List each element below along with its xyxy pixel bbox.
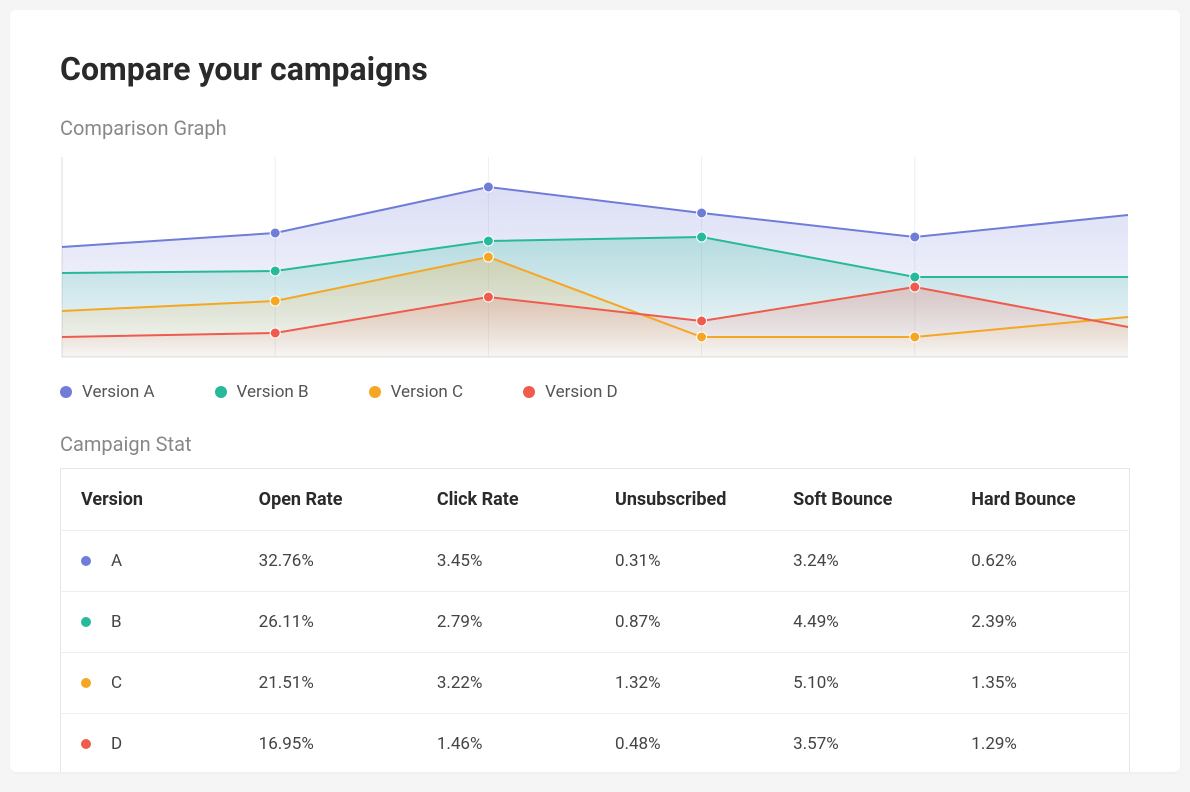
version-label: D (111, 734, 122, 754)
stat-cell-hard: 1.29% (951, 714, 1129, 773)
version-dot-icon (81, 678, 91, 688)
col-header: Soft Bounce (773, 469, 951, 531)
version-label: A (111, 551, 122, 571)
legend-item-version-b[interactable]: Version B (215, 382, 309, 402)
version-dot-icon (81, 556, 91, 566)
stat-cell-hard: 0.62% (951, 531, 1129, 592)
stat-cell-open: 32.76% (239, 531, 417, 592)
area-chart-svg (60, 152, 1130, 362)
comparison-chart (60, 152, 1130, 366)
legend-item-version-d[interactable]: Version D (523, 382, 618, 402)
table-body: A32.76%3.45%0.31%3.24%0.62%B26.11%2.79%0… (61, 531, 1130, 773)
legend-label: Version C (391, 382, 464, 402)
version-dot-icon (81, 739, 91, 749)
table-row: A 32.76%3.45%0.31%3.24%0.62% (61, 531, 1130, 592)
col-header: Open Rate (239, 469, 417, 531)
version-label: B (111, 612, 122, 632)
legend-dot-icon (369, 386, 381, 398)
campaign-compare-card: Compare your campaigns Comparison Graph … (10, 10, 1180, 772)
stat-cell-soft: 4.49% (773, 592, 951, 653)
version-cell: D (61, 714, 239, 773)
version-cell: C (61, 653, 239, 714)
legend-item-version-c[interactable]: Version C (369, 382, 464, 402)
legend-label: Version A (82, 382, 155, 402)
stat-cell-unsub: 0.48% (595, 714, 773, 773)
stat-cell-soft: 3.57% (773, 714, 951, 773)
stat-cell-unsub: 1.32% (595, 653, 773, 714)
table-row: C 21.51%3.22%1.32%5.10%1.35% (61, 653, 1130, 714)
version-cell: B (61, 592, 239, 653)
version-dot-icon (81, 617, 91, 627)
stat-cell-click: 3.22% (417, 653, 595, 714)
page-title: Compare your campaigns (60, 50, 1130, 88)
section-label-graph: Comparison Graph (60, 116, 1130, 140)
col-header: Hard Bounce (951, 469, 1129, 531)
campaign-stat-table: VersionOpen RateClick RateUnsubscribedSo… (60, 468, 1130, 772)
stat-cell-hard: 1.35% (951, 653, 1129, 714)
legend-dot-icon (60, 386, 72, 398)
col-header: Unsubscribed (595, 469, 773, 531)
table-row: B 26.11%2.79%0.87%4.49%2.39% (61, 592, 1130, 653)
stat-cell-soft: 5.10% (773, 653, 951, 714)
table-row: D 16.95%1.46%0.48%3.57%1.29% (61, 714, 1130, 773)
stat-cell-unsub: 0.87% (595, 592, 773, 653)
stat-cell-open: 16.95% (239, 714, 417, 773)
stat-cell-click: 2.79% (417, 592, 595, 653)
col-header: Click Rate (417, 469, 595, 531)
legend-dot-icon (523, 386, 535, 398)
version-label: C (111, 673, 122, 693)
version-cell: A (61, 531, 239, 592)
stat-cell-open: 26.11% (239, 592, 417, 653)
legend-label: Version B (237, 382, 309, 402)
legend-dot-icon (215, 386, 227, 398)
stat-cell-unsub: 0.31% (595, 531, 773, 592)
stat-cell-hard: 2.39% (951, 592, 1129, 653)
legend-label: Version D (545, 382, 618, 402)
stat-cell-open: 21.51% (239, 653, 417, 714)
chart-legend: Version A Version B Version C Version D (60, 382, 1130, 402)
stat-cell-click: 3.45% (417, 531, 595, 592)
stat-cell-click: 1.46% (417, 714, 595, 773)
stat-cell-soft: 3.24% (773, 531, 951, 592)
col-header: Version (61, 469, 239, 531)
section-label-stat: Campaign Stat (60, 432, 1130, 456)
legend-item-version-a[interactable]: Version A (60, 382, 155, 402)
table-header-row: VersionOpen RateClick RateUnsubscribedSo… (61, 469, 1130, 531)
